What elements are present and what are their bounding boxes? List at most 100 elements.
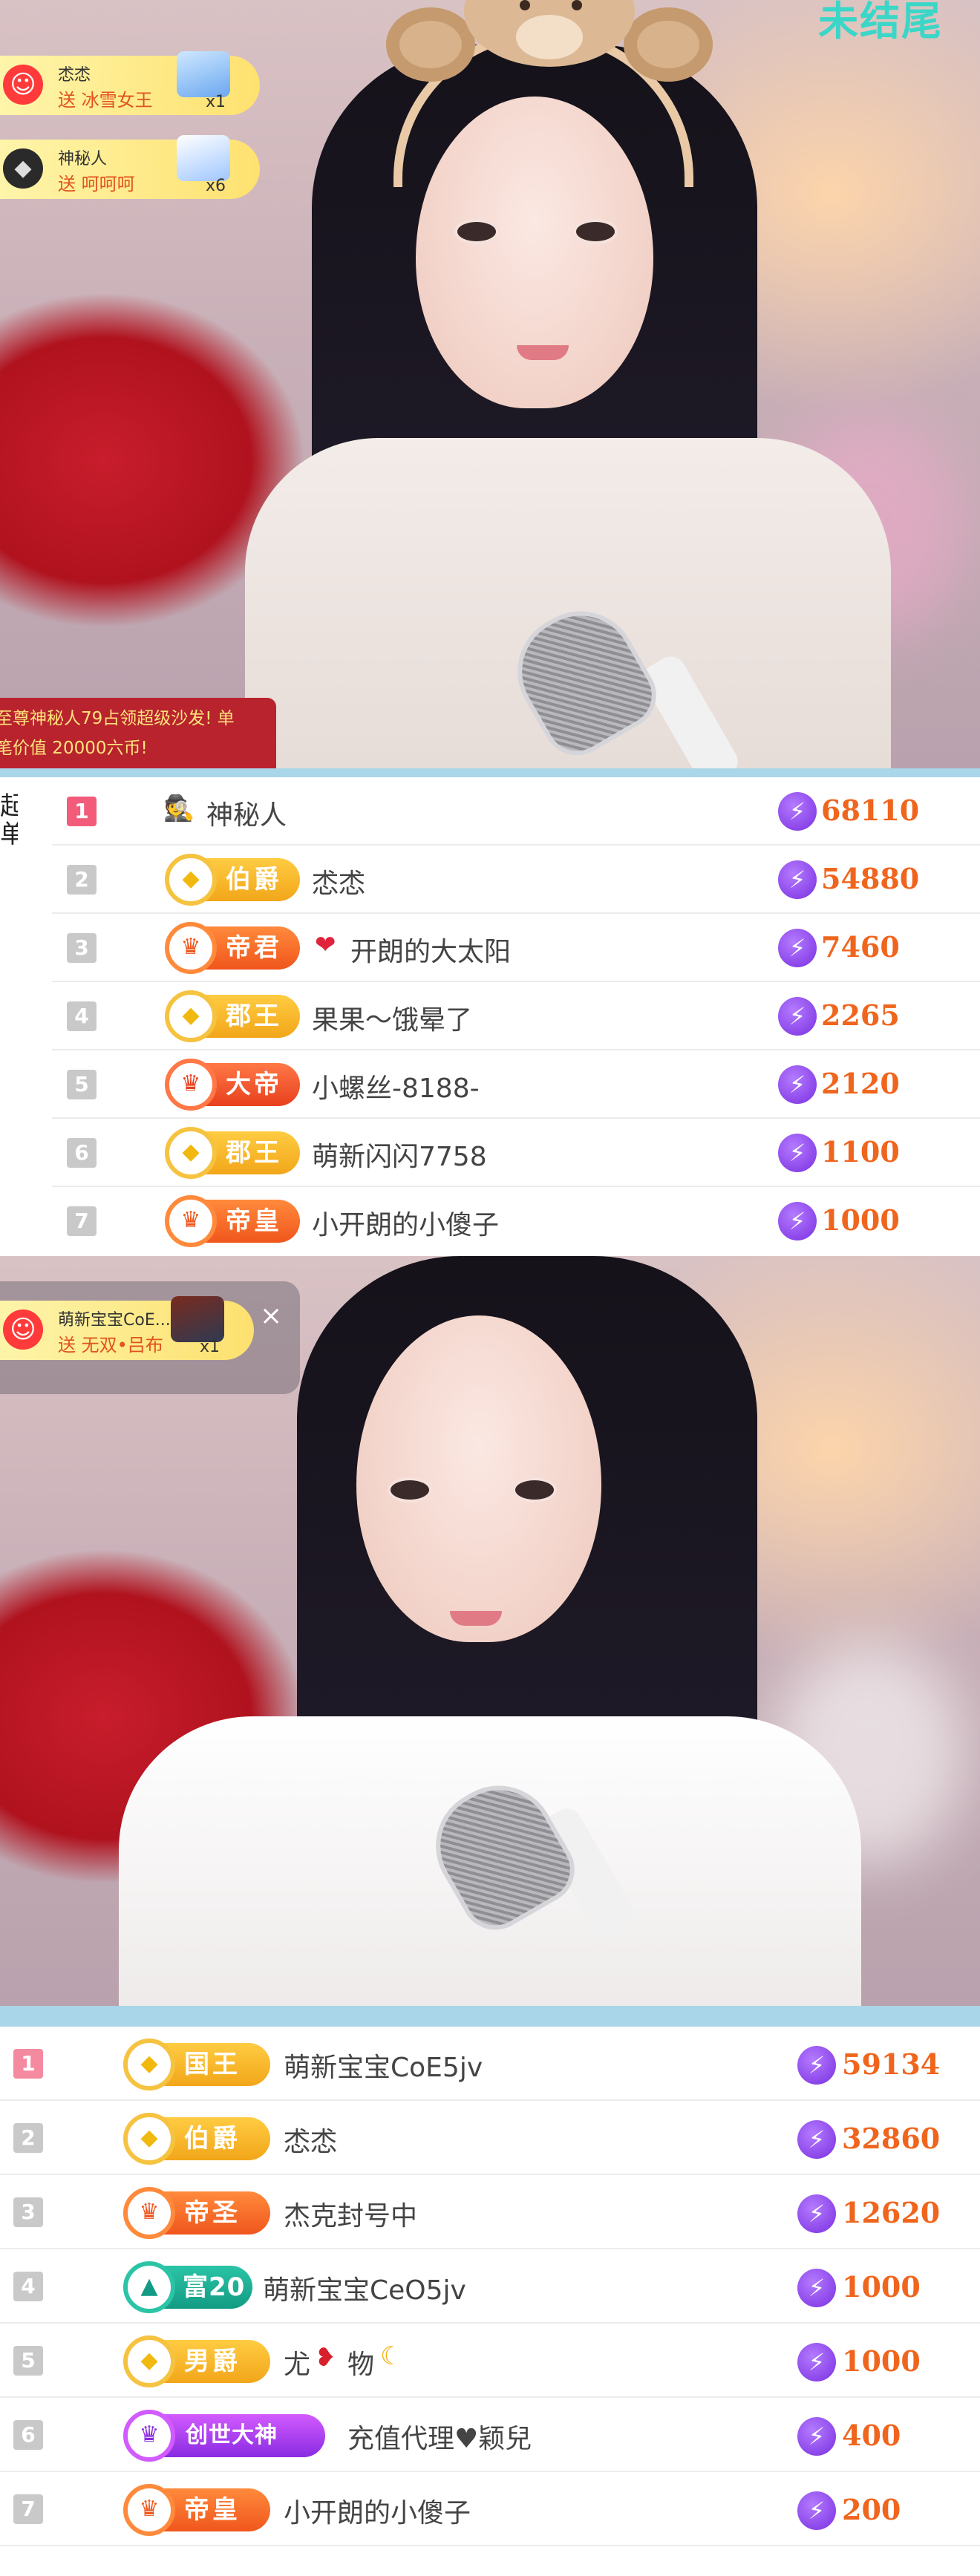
noble-badge: ◆ 郡王: [165, 990, 300, 1042]
noble-badge: ◆ 国王: [123, 2039, 270, 2090]
noble-badge: ♛ 帝皇: [123, 2484, 270, 2536]
rank-number: 5: [67, 1070, 97, 1099]
lightning-coin-icon: ⚡: [778, 792, 817, 831]
crown-icon: ◆: [123, 2039, 175, 2090]
gift-count: x1: [205, 93, 226, 111]
user-name: 小开朗的小傻子: [284, 2498, 471, 2528]
lightning-coin-icon: ⚡: [778, 1065, 817, 1104]
lightning-coin-icon: ⚡: [797, 2269, 836, 2307]
user-name: 充值代理♥颖兒: [347, 2424, 532, 2454]
score: 1100: [821, 1135, 900, 1168]
wealth-level-badge: ▲ 富20: [123, 2261, 252, 2313]
score: 200: [842, 2493, 901, 2526]
rank-number: 1: [67, 797, 97, 826]
rank-row[interactable]: 4 ◆ 郡王 果果～饿晕了 ⚡ 2265: [0, 982, 980, 1050]
user-name: 杰克封号中: [284, 2201, 418, 2232]
rank-row[interactable]: 6 ◆ 郡王 萌新闪闪7758 ⚡ 1100: [0, 1119, 980, 1187]
contribution-ranking-2: 1 ◆ 国王 萌新宝宝CoE5jv ⚡ 59134 2 ◆ 伯爵 怸怸 ⚡ 3286…: [0, 2006, 980, 2576]
crown-icon: ♛: [165, 1195, 217, 1247]
crown-icon: ♛: [123, 2484, 175, 2536]
crown-icon: ◆: [123, 2335, 175, 2387]
user-name: 小开朗的小傻子: [312, 1210, 500, 1240]
gift-description: 送 冰雪女王: [58, 90, 153, 111]
score: 54880: [821, 862, 920, 895]
rank-number: 4: [67, 1001, 97, 1031]
crown-icon: ♛: [165, 1059, 217, 1111]
user-name: 尤: [284, 2350, 311, 2380]
rank-row[interactable]: 1 ◆ 国王 萌新宝宝CoE5jv ⚡ 59134: [0, 2027, 980, 2101]
lightning-coin-icon: ⚡: [797, 2343, 836, 2382]
rank-number: 2: [67, 865, 97, 895]
score: 68110: [821, 794, 920, 827]
score: 2265: [821, 998, 900, 1032]
noble-badge: ◆ 郡王: [165, 1127, 300, 1179]
user-name-suffix: 物: [347, 2350, 375, 2380]
user-name: 萌新宝宝CeO5jv: [263, 2275, 466, 2306]
heart-icon: ❤: [315, 930, 336, 960]
rank-row[interactable]: 7 ♛ 帝皇 小开朗的小傻子 ⚡ 200: [0, 2472, 980, 2546]
rank-row[interactable]: 5 ◆ 男爵 尤 ❥ 物 ☾ ⚡ 1000: [0, 2324, 980, 2398]
mystery-user-avatar-icon: ◆: [3, 148, 43, 189]
score: 2120: [821, 1067, 900, 1100]
user-name: 小螺丝-8188-: [312, 1073, 480, 1104]
crown-icon: ◆: [165, 854, 217, 906]
lightning-coin-icon: ⚡: [778, 1134, 817, 1172]
live-video-top[interactable]: 未结尾 ☺ 怸怸 送 冰雪女王 x1 ◆ 神秘人 送 呵呵呵 x6 至尊神秘人7…: [0, 0, 980, 768]
rank-row[interactable]: 4 ▲ 富20 萌新宝宝CeO5jv ⚡ 1000: [0, 2249, 980, 2324]
warrior-gift-icon: [171, 1296, 224, 1342]
score: 12620: [842, 2196, 941, 2229]
live-video-bottom[interactable]: ☺ 萌新宝宝CoE... 送 无双•吕布 x1 ×: [0, 1256, 980, 2006]
creator-god-badge: ♛ 创世大神: [123, 2410, 325, 2462]
rank-row[interactable]: 6 ♛ 创世大神 充值代理♥颖兒 ⚡ 400: [0, 2398, 980, 2472]
lightning-coin-icon: ⚡: [797, 2194, 836, 2233]
user-name: 开朗的大太阳: [350, 937, 512, 967]
lightning-coin-icon: ⚡: [797, 2417, 836, 2456]
smiley-avatar-icon: ☺: [3, 65, 43, 105]
noble-badge: ◆ 男爵: [123, 2335, 270, 2387]
gift-notification[interactable]: ☺ 怸怸 送 冰雪女王 x1: [0, 51, 260, 115]
rank-number: 3: [13, 2197, 43, 2227]
announcement-line-1: 至尊神秘人79占领超级沙发! 单: [0, 709, 235, 728]
contribution-ranking-1: 起单 1 🕵 神秘人 ⚡ 68110 2 ◆ 伯爵 怸怸 ⚡ 54880 3 ♛ 帝…: [0, 768, 980, 1256]
score: 400: [842, 2419, 901, 2452]
rank-number: 4: [13, 2272, 43, 2301]
rank-row[interactable]: 1 🕵 神秘人 ⚡ 68110: [0, 777, 980, 846]
user-name: 萌新宝宝CoE5jv: [284, 2053, 483, 2083]
character-gift-icon: [177, 135, 230, 181]
rank-row[interactable]: 2 ◆ 伯爵 怸怸 ⚡ 54880: [0, 846, 980, 914]
rank-row[interactable]: 3 ♛ 帝君 ❤ 开朗的大太阳 ⚡ 7460: [0, 914, 980, 982]
announcement-line-2: 笔价值 20000六币!: [0, 739, 148, 758]
rank-row[interactable]: 2 ◆ 伯爵 怸怸 ⚡ 32860: [0, 2101, 980, 2175]
noble-badge: ♛ 帝皇: [165, 1195, 300, 1247]
noble-badge: ♛ 帝圣: [123, 2187, 270, 2239]
gift-notification[interactable]: ◆ 神秘人 送 呵呵呵 x6: [0, 135, 260, 199]
crown-icon: ◆: [165, 990, 217, 1042]
smiley-avatar-icon: ☺: [3, 1310, 43, 1350]
rank-number: 7: [67, 1206, 97, 1236]
rank-row[interactable]: 5 ♛ 大帝 小螺丝-8188- ⚡ 2120: [0, 1050, 980, 1119]
user-name: 萌新闪闪7758: [312, 1142, 487, 1172]
score: 1000: [842, 2344, 921, 2378]
super-sofa-announcement: 至尊神秘人79占领超级沙发! 单 笔价值 20000六币!: [0, 698, 276, 768]
noble-badge: ♛ 帝君: [165, 922, 300, 974]
rank-number: 6: [13, 2420, 43, 2450]
gift-sender: 怸怸: [58, 66, 91, 85]
close-icon[interactable]: ×: [260, 1301, 282, 1331]
gift-sender: 神秘人: [58, 150, 108, 169]
user-name: 怸怸: [284, 2127, 338, 2157]
lightning-coin-icon: ⚡: [797, 2491, 836, 2530]
lightning-coin-icon: ⚡: [797, 2046, 836, 2085]
gift-notification[interactable]: ☺ 萌新宝宝CoE... 送 无双•吕布 x1: [0, 1296, 254, 1360]
user-name: 神秘人: [206, 800, 287, 831]
score: 1000: [821, 1203, 900, 1237]
mystery-user-icon: 🕵: [163, 794, 195, 823]
score: 7460: [821, 930, 900, 964]
rank-row[interactable]: 3 ♛ 帝圣 杰克封号中 ⚡ 12620: [0, 2175, 980, 2249]
gift-description: 送 呵呵呵: [58, 174, 135, 194]
watermark: 未结尾: [818, 0, 943, 45]
rank-row[interactable]: 7 ♛ 帝皇 小开朗的小傻子 ⚡ 1000: [0, 1187, 980, 1255]
gift-count: x6: [205, 177, 226, 195]
crown-icon: ♛: [123, 2410, 175, 2462]
rank-number: 1: [13, 2049, 43, 2079]
lightning-coin-icon: ⚡: [778, 860, 817, 899]
